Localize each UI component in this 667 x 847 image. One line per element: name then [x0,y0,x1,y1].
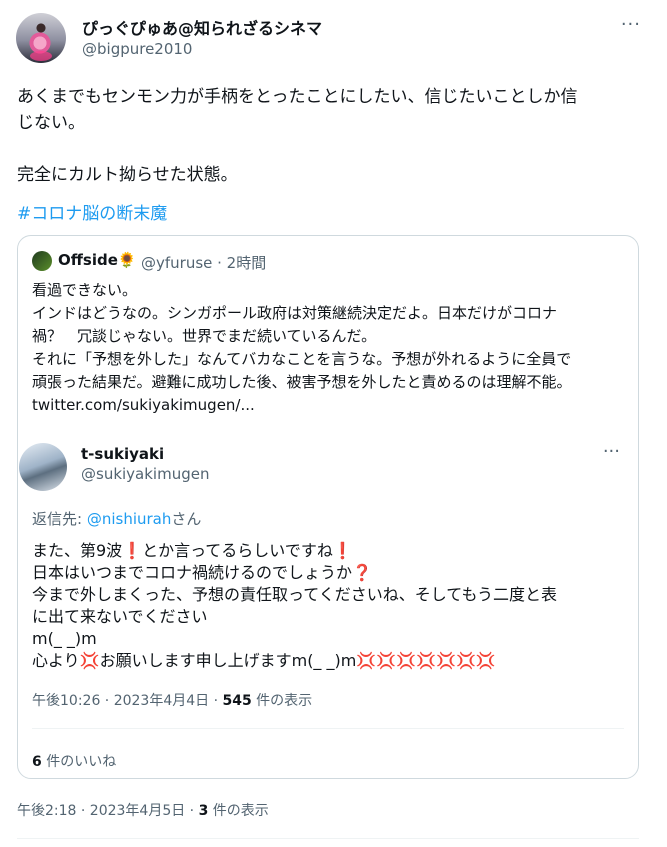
inner-more-options-icon[interactable]: ··· [603,441,620,462]
hashtag-link[interactable]: #コロナ脳の断末魔 [17,199,167,224]
reply-link[interactable]: @nishiurah [87,510,172,528]
tweet-time: 午後2:18 · 2023年4月5日 · [17,803,199,819]
divider [32,728,624,729]
quote-text: 看過できない。 インドはどうなの。シンガポール政府は対策継続決定だよ。日本だけが… [32,279,628,417]
views-label: 件の表示 [208,803,269,819]
tweet-line: あくまでもセンモン力が手柄をとったことにしたい、信じたいことしか信 [17,87,578,107]
quote-line: それに「予想を外した」なんてバカなことを言うな。予想が外れるように全員で [32,350,572,368]
quote-author-name-text: Offside [58,251,118,269]
quote-author-name[interactable]: Offside🌻 [58,251,137,269]
reply-prefix: 返信先: [32,510,87,528]
likes-label: 件のいいね [41,754,117,770]
quote-link[interactable]: twitter.com/sukiyakimugen/... [32,394,628,417]
quote-avatar[interactable] [32,251,52,271]
inner-timestamp[interactable]: 午後10:26 · 2023年4月4日 · 545 件の表示 [32,690,312,710]
quote-line: 禍？ 冗談じゃない。世界でまだ続いているんだ。 [32,327,377,345]
inner-line: 日本はいつまでコロナ禍続けるのでしょうか❓ [32,563,372,582]
inner-line: 今まで外しまくった、予想の責任取ってくださいね、そしてもう二度と表 [32,585,557,604]
more-options-icon[interactable]: ··· [621,14,641,35]
sunflower-icon: 🌻 [117,251,137,269]
tweet-line: 完全にカルト拗らせた状態。 [17,165,238,185]
inner-line: 心より💢お願いします申し上げますm(_ _)m💢💢💢💢💢💢💢 [32,651,496,670]
reply-to: 返信先: @nishiurahさん [32,508,201,529]
author-handle[interactable]: @bigpure2010 [82,40,192,58]
quote-line: 頑張った結果だ。避難に成功した後、被害予想を外したと責めるのは理解不能。 [32,373,572,391]
quote-handle-time[interactable]: @yfuruse · 2時間 [141,252,266,273]
inner-line: m(_ _)m [32,629,97,648]
inner-tweet-text: また、第9波❗とか言ってるらしいですね❗ 日本はいつまでコロナ禍続けるのでしょう… [32,540,628,672]
inner-views-count: 545 [222,693,252,709]
quote-line: 看過できない。 [32,281,138,299]
tweet-timestamp[interactable]: 午後2:18 · 2023年4月5日 · 3 件の表示 [17,800,269,820]
inner-author-name[interactable]: t-sukiyaki [81,445,164,463]
inner-line: に出て来ないでください [32,607,208,626]
tweet-line: じない。 [17,113,85,133]
inner-author-handle[interactable]: @sukiyakimugen [81,465,209,483]
author-avatar[interactable] [16,13,66,63]
views-count: 3 [198,803,209,819]
inner-avatar[interactable] [19,443,67,491]
reply-suffix: さん [171,510,202,528]
inner-likes[interactable]: 6 件のいいね [32,751,116,771]
tweet-text: あくまでもセンモン力が手柄をとったことにしたい、信じたいことしか信 じない。 完… [17,84,642,188]
quote-line: インドはどうなの。シンガポール政府は対策継続決定だよ。日本だけがコロナ [32,304,558,322]
inner-views-label: 件の表示 [251,693,313,709]
quoted-tweet[interactable]: Offside🌻 @yfuruse · 2時間 看過できない。 インドはどうなの… [17,235,639,779]
divider [17,838,639,839]
author-display-name[interactable]: ぴっぐぴゅあ@知られざるシネマ [82,15,322,39]
inner-line: また、第9波❗とか言ってるらしいですね❗ [32,541,353,560]
tweet-page: ぴっぐぴゅあ@知られざるシネマ @bigpure2010 ··· あくまでもセン… [0,0,667,847]
likes-count: 6 [32,754,42,770]
inner-time: 午後10:26 · 2023年4月4日 · [32,693,223,709]
